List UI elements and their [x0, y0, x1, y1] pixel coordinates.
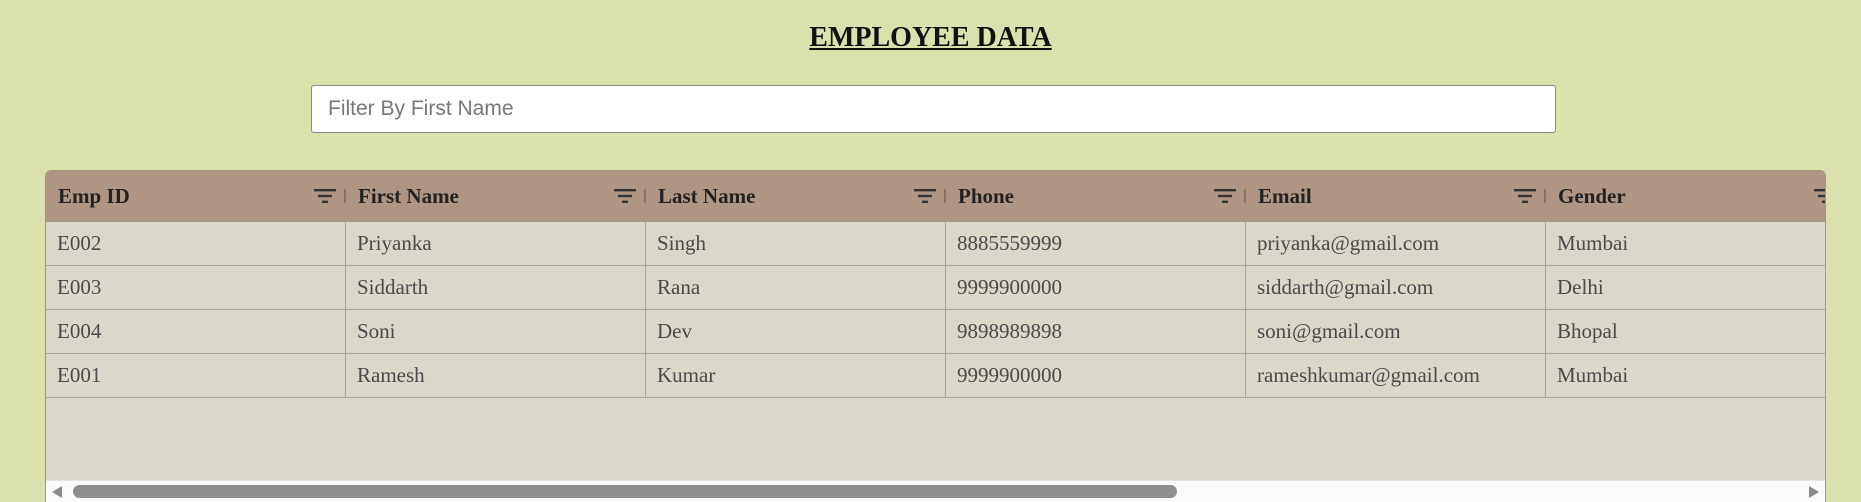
cell-last-name[interactable]: Kumar [646, 354, 946, 397]
cell-gender[interactable]: Delhi [1546, 266, 1825, 309]
page-title: EMPLOYEE DATA [809, 22, 1052, 53]
filter-icon[interactable] [314, 189, 336, 203]
column-header-label: Emp ID [58, 183, 130, 208]
cell-first-name[interactable]: Siddarth [346, 266, 646, 309]
column-header-label: First Name [358, 183, 459, 208]
cell-first-name[interactable]: Priyanka [346, 222, 646, 265]
cell-phone[interactable]: 9999900000 [946, 266, 1246, 309]
column-header-email[interactable]: Email [1246, 171, 1546, 221]
cell-gender[interactable]: Mumbai [1546, 354, 1825, 397]
cell-phone[interactable]: 9898989898 [946, 310, 1246, 353]
column-header-first-name[interactable]: First Name [346, 171, 646, 221]
table-row[interactable]: E001 Ramesh Kumar 9999900000 rameshkumar… [46, 354, 1825, 398]
column-header-last-name[interactable]: Last Name [646, 171, 946, 221]
grid-header-row: Emp ID First Name Last Name Phone Email … [46, 171, 1826, 222]
scrollbar-thumb[interactable] [73, 485, 1177, 498]
column-header-label: Phone [958, 183, 1015, 208]
cell-emp-id[interactable]: E001 [46, 354, 346, 397]
grid-body: E002 Priyanka Singh 8885559999 priyanka@… [46, 222, 1825, 398]
table-row[interactable]: E002 Priyanka Singh 8885559999 priyanka@… [46, 222, 1825, 266]
cell-last-name[interactable]: Singh [646, 222, 946, 265]
cell-emp-id[interactable]: E003 [46, 266, 346, 309]
table-row[interactable]: E003 Siddarth Rana 9999900000 siddarth@g… [46, 266, 1825, 310]
cell-phone[interactable]: 8885559999 [946, 222, 1246, 265]
cell-last-name[interactable]: Rana [646, 266, 946, 309]
scroll-left-arrow-icon[interactable] [52, 486, 62, 498]
column-header-emp-id[interactable]: Emp ID [46, 171, 346, 221]
column-header-gender[interactable]: Gender [1546, 171, 1826, 221]
table-row[interactable]: E004 Soni Dev 9898989898 soni@gmail.com … [46, 310, 1825, 354]
cell-email[interactable]: rameshkumar@gmail.com [1246, 354, 1546, 397]
cell-email[interactable]: priyanka@gmail.com [1246, 222, 1546, 265]
column-header-label: Last Name [658, 183, 756, 208]
cell-first-name[interactable]: Soni [346, 310, 646, 353]
cell-email[interactable]: siddarth@gmail.com [1246, 266, 1546, 309]
cell-emp-id[interactable]: E002 [46, 222, 346, 265]
filter-icon[interactable] [914, 189, 936, 203]
filter-icon[interactable] [614, 189, 636, 203]
horizontal-scrollbar[interactable] [46, 480, 1825, 502]
cell-last-name[interactable]: Dev [646, 310, 946, 353]
cell-first-name[interactable]: Ramesh [346, 354, 646, 397]
cell-phone[interactable]: 9999900000 [946, 354, 1246, 397]
cell-email[interactable]: soni@gmail.com [1246, 310, 1546, 353]
cell-gender[interactable]: Mumbai [1546, 222, 1825, 265]
filter-icon[interactable] [1214, 189, 1236, 203]
employee-grid: Emp ID First Name Last Name Phone Email … [45, 170, 1826, 502]
filter-icon[interactable] [1814, 189, 1826, 203]
first-name-filter-input[interactable] [311, 85, 1556, 133]
cell-gender[interactable]: Bhopal [1546, 310, 1825, 353]
column-header-label: Email [1258, 183, 1312, 208]
filter-icon[interactable] [1514, 189, 1536, 203]
column-header-label: Gender [1558, 183, 1626, 208]
scroll-right-arrow-icon[interactable] [1809, 486, 1819, 498]
cell-emp-id[interactable]: E004 [46, 310, 346, 353]
column-header-phone[interactable]: Phone [946, 171, 1246, 221]
